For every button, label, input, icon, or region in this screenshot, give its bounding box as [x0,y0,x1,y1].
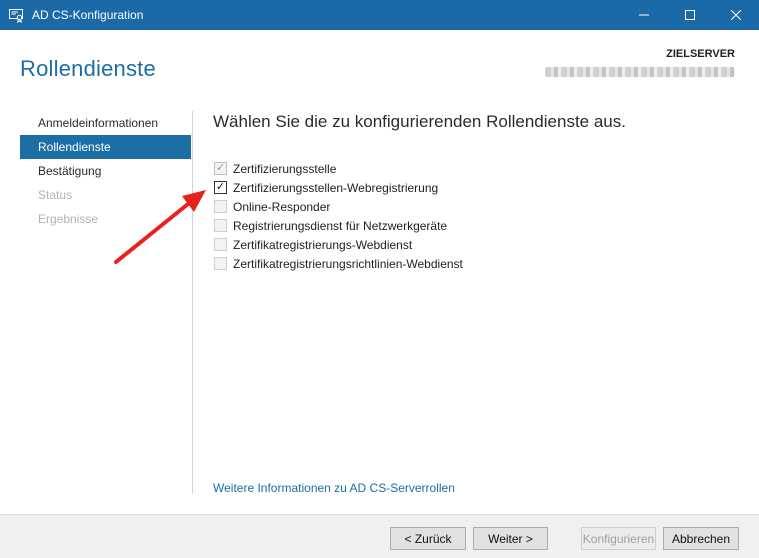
maximize-button[interactable] [667,0,713,30]
option-zertifizierungsstelle: ✓ Zertifizierungsstelle [214,159,463,178]
option-label: Zertifizierungsstelle [233,161,337,176]
window-title: AD CS-Konfiguration [32,8,144,22]
option-label: Zertifikatregistrierungsrichtlinien-Webd… [233,256,463,271]
option-online-responder: Online-Responder [214,197,463,216]
sidebar-divider [192,111,193,494]
target-server-label: ZIELSERVER [666,48,735,60]
certificate-icon [8,7,24,23]
checkbox-webregistrierung[interactable]: ✓ [214,181,227,194]
title-bar: AD CS-Konfiguration [0,0,759,30]
option-enrollment-policy-webservice: Zertifikatregistrierungsrichtlinien-Webd… [214,254,463,273]
maximize-icon [685,10,695,20]
back-button[interactable]: < Zurück [390,527,466,550]
window-controls [621,0,759,30]
option-label: Registrierungsdienst für Netzwerkgeräte [233,218,448,233]
sidebar-item-bestaetigung[interactable]: Bestätigung [20,159,191,183]
option-webregistrierung[interactable]: ✓ Zertifizierungsstellen-Webregistrierun… [214,178,463,197]
option-label: Online-Responder [233,199,331,214]
red-arrow-annotation [114,190,206,264]
more-info-link[interactable]: Weitere Informationen zu AD CS-Serverrol… [213,481,455,495]
role-services-list: ✓ Zertifizierungsstelle ✓ Zertifizierung… [214,159,463,273]
checkbox-ndes [214,219,227,232]
checkbox-online-responder [214,200,227,213]
page-title: Rollendienste [20,56,156,81]
cancel-button[interactable]: Abbrechen [663,527,739,550]
next-button[interactable]: Weiter > [473,527,548,550]
minimize-button[interactable] [621,0,667,30]
option-label: Zertifikatregistrierungs-Webdienst [233,237,413,252]
sidebar-item-rollendienste[interactable]: Rollendienste [20,135,191,159]
close-icon [731,10,741,20]
checkbox-enrollment-webservice [214,238,227,251]
minimize-icon [639,14,649,16]
option-label[interactable]: Zertifizierungsstellen-Webregistrierung [233,181,438,195]
configure-button: Konfigurieren [581,527,656,550]
target-server-name-blurred [545,67,735,77]
instructions-text: Wählen Sie die zu konfigurierenden Rolle… [213,112,626,131]
close-button[interactable] [713,0,759,30]
checkbox-zertifizierungsstelle: ✓ [214,162,227,175]
checkbox-enrollment-policy-webservice [214,257,227,270]
sidebar-item-anmeldeinformationen[interactable]: Anmeldeinformationen [20,111,191,135]
wizard-footer: < Zurück Weiter > Konfigurieren Abbreche… [0,514,759,558]
option-ndes: Registrierungsdienst für Netzwerkgeräte [214,216,463,235]
option-enrollment-webservice: Zertifikatregistrierungs-Webdienst [214,235,463,254]
